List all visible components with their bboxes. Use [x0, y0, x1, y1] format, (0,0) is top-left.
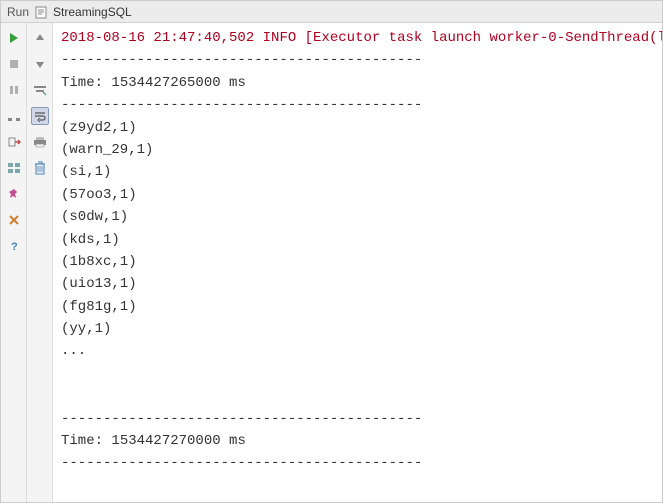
console-output[interactable]: 2018-08-16 21:47:40,502 INFO [Executor t… — [53, 23, 662, 502]
run-tool-header: Run StreamingSQL — [1, 1, 662, 23]
output-row: (fg81g,1) — [61, 296, 654, 318]
stop-button[interactable] — [5, 55, 23, 73]
close-button[interactable] — [5, 211, 23, 229]
log-entry: 2018-08-16 21:47:40,502 INFO [Executor t… — [61, 27, 654, 49]
log-timestamp: 2018-08-16 21:47:40,502 — [61, 30, 254, 46]
left-toolbar-primary: ? — [1, 23, 27, 502]
separator-line: ----------------------------------------… — [61, 408, 654, 430]
help-button[interactable]: ? — [5, 237, 23, 255]
output-ellipsis: ... — [61, 340, 654, 362]
pause-button[interactable] — [5, 81, 23, 99]
filter-button[interactable] — [31, 81, 49, 99]
time-label: Time: — [61, 75, 103, 91]
separator-line: ----------------------------------------… — [61, 452, 654, 474]
step-over-button[interactable] — [5, 107, 23, 125]
time-label: Time: — [61, 433, 103, 449]
output-row: (warn_29,1) — [61, 139, 654, 161]
separator-line: ----------------------------------------… — [61, 49, 654, 71]
separator-line: ----------------------------------------… — [61, 94, 654, 116]
output-row: (uio13,1) — [61, 273, 654, 295]
time-line: Time: 1534427265000 ms — [61, 72, 654, 94]
output-row: (kds,1) — [61, 229, 654, 251]
run-config-name: StreamingSQL — [53, 5, 132, 19]
time-value: 1534427265000 ms — [111, 75, 245, 91]
exit-button[interactable] — [5, 133, 23, 151]
log-message: [Executor task launch worker-0-SendThrea… — [305, 30, 662, 46]
output-row: (1b8xc,1) — [61, 251, 654, 273]
run-config-tab[interactable]: StreamingSQL — [35, 5, 132, 19]
run-config-icon — [35, 5, 49, 19]
output-row: (yy,1) — [61, 318, 654, 340]
run-label: Run — [7, 5, 29, 19]
output-row: (57oo3,1) — [61, 184, 654, 206]
clear-all-button[interactable] — [31, 159, 49, 177]
print-button[interactable] — [31, 133, 49, 151]
run-button[interactable] — [5, 29, 23, 47]
svg-text:?: ? — [11, 241, 18, 252]
blank-line — [61, 363, 654, 385]
time-value: 1534427270000 ms — [111, 433, 245, 449]
soft-wrap-button[interactable] — [31, 107, 49, 125]
output-row: (z9yd2,1) — [61, 117, 654, 139]
blank-line — [61, 385, 654, 407]
pin-button[interactable] — [5, 185, 23, 203]
output-row: (s0dw,1) — [61, 206, 654, 228]
left-toolbar-secondary — [27, 23, 53, 502]
up-arrow-button[interactable] — [31, 29, 49, 47]
log-level: INFO — [263, 30, 297, 46]
time-line: Time: 1534427270000 ms — [61, 430, 654, 452]
layout-button[interactable] — [5, 159, 23, 177]
output-row: (si,1) — [61, 161, 654, 183]
down-arrow-button[interactable] — [31, 55, 49, 73]
